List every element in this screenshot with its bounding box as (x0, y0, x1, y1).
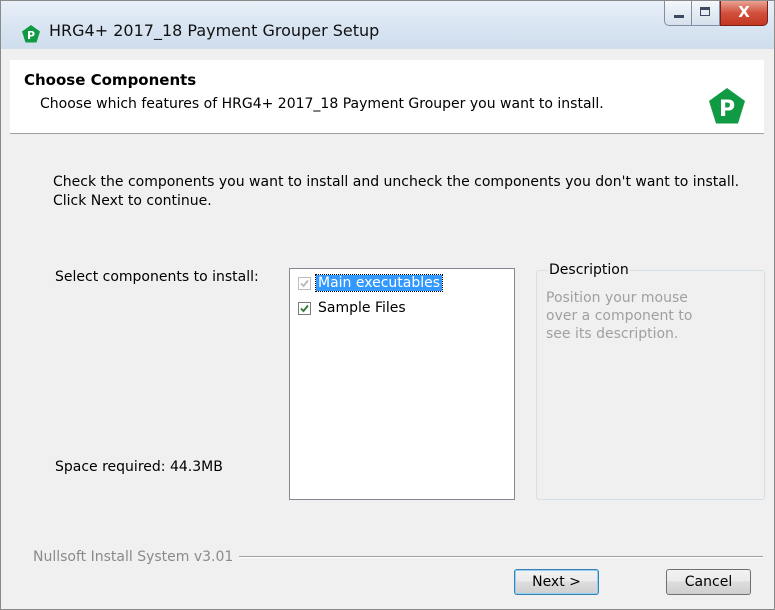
component-label: Sample Files (318, 300, 406, 316)
maximize-icon (700, 7, 710, 16)
instructions-text: Check the components you want to install… (53, 174, 740, 209)
select-components-label: Select components to install: (55, 269, 259, 285)
page-title: Choose Components (24, 71, 197, 89)
checkmark-icon (300, 279, 309, 287)
title-bar[interactable]: P HRG4+ 2017_18 Payment Grouper Setup X (1, 1, 774, 49)
maximize-button[interactable] (692, 1, 720, 26)
app-logo-icon: P (22, 25, 40, 43)
product-logo-icon: P (709, 88, 745, 124)
description-text: Position your mouse over a component to … (546, 290, 693, 342)
branding-text: Nullsoft Install System v3.01 (33, 549, 234, 565)
branding-divider (239, 556, 763, 558)
minimize-button[interactable] (664, 1, 692, 26)
cancel-button[interactable]: Cancel (666, 569, 751, 595)
component-item-sample-files[interactable]: Sample Files (298, 299, 408, 317)
component-label: Main executables (314, 274, 444, 292)
next-button[interactable]: Next > (514, 569, 599, 595)
checkbox-main-executables (298, 276, 311, 290)
window-title: HRG4+ 2017_18 Payment Grouper Setup (49, 21, 380, 40)
component-item-main-executables[interactable]: Main executables (298, 274, 444, 292)
page-header: Choose Components Choose which features … (10, 60, 764, 134)
svg-text:P: P (719, 97, 735, 122)
checkmark-icon (300, 304, 309, 312)
close-button[interactable]: X (720, 1, 768, 26)
minimize-icon (674, 15, 684, 18)
description-group: Description Position your mouse over a c… (536, 262, 765, 500)
caption-buttons: X (664, 1, 768, 27)
close-icon: X (738, 3, 750, 21)
components-tree[interactable]: Main executables Sample Files (289, 268, 515, 500)
branding-row: Nullsoft Install System v3.01 (33, 549, 763, 565)
checkbox-sample-files[interactable] (298, 301, 311, 315)
space-required-label: Space required: 44.3MB (55, 459, 223, 475)
svg-text:P: P (27, 29, 35, 42)
page-subtitle: Choose which features of HRG4+ 2017_18 P… (40, 96, 604, 112)
installer-window: P HRG4+ 2017_18 Payment Grouper Setup X … (0, 0, 775, 610)
description-legend: Description (548, 262, 630, 278)
